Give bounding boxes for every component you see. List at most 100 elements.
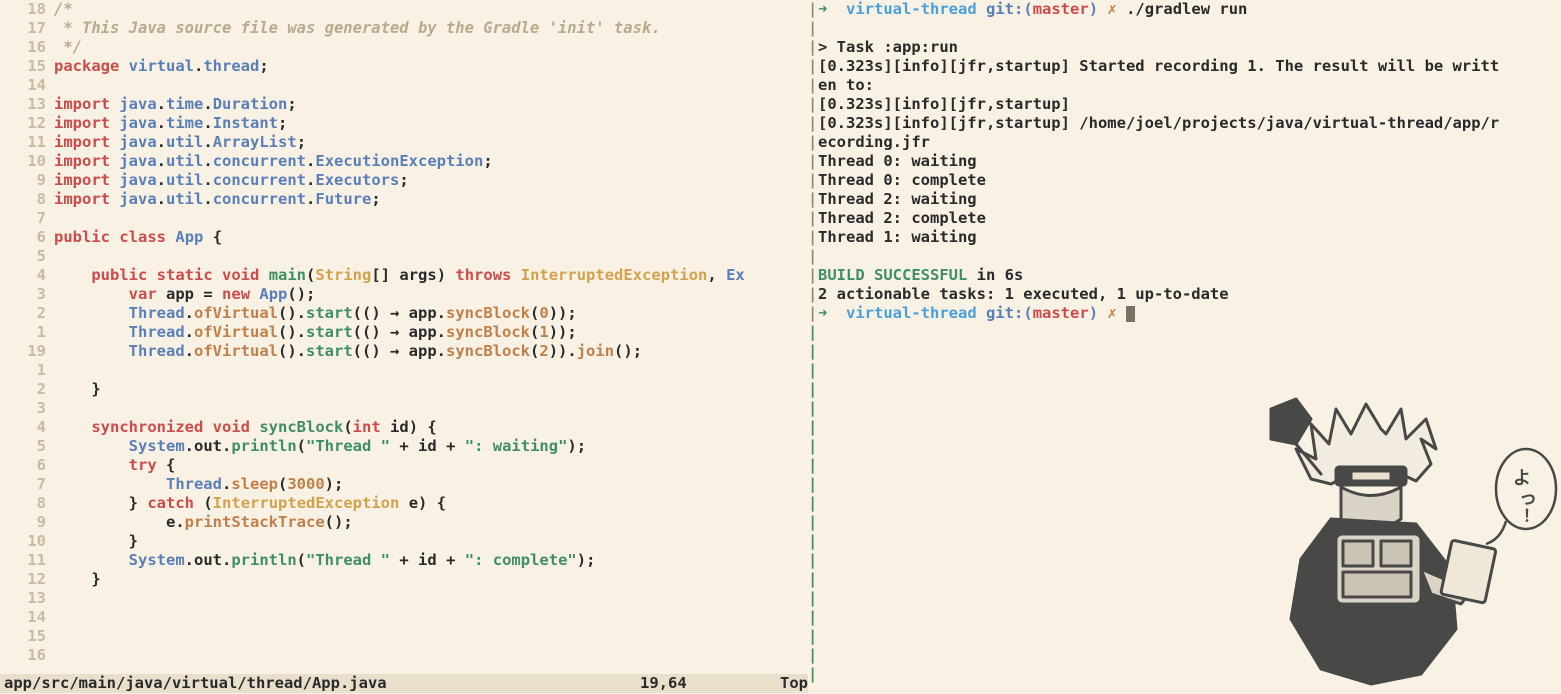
terminal-pane[interactable]: |➜ virtual-thread git:(master) ✗ ./gradl…	[808, 0, 1561, 693]
line-number: 16	[0, 646, 54, 665]
pane-divider: |	[808, 152, 818, 171]
code-line[interactable]: 8 } catch (InterruptedException e) {	[0, 494, 808, 513]
line-number: 1	[0, 361, 54, 380]
line-number: 15	[0, 627, 54, 646]
code-line[interactable]: 1 Thread.ofVirtual().start(() → app.sync…	[0, 323, 808, 342]
code-line[interactable]: 13import java.time.Duration;	[0, 95, 808, 114]
code-content: /*	[54, 0, 808, 19]
code-line[interactable]: 2 }	[0, 380, 808, 399]
code-line[interactable]: 11 System.out.println("Thread " + id + "…	[0, 551, 808, 570]
line-number: 1	[0, 323, 54, 342]
code-line[interactable]: 2 Thread.ofVirtual().start(() → app.sync…	[0, 304, 808, 323]
terminal-line: |	[808, 19, 1561, 38]
pane-divider: |	[808, 532, 818, 551]
code-line[interactable]: 16	[0, 646, 808, 665]
code-line[interactable]: 3 var app = new App();	[0, 285, 808, 304]
code-line[interactable]: 7	[0, 209, 808, 228]
code-line[interactable]: 4 synchronized void syncBlock(int id) {	[0, 418, 808, 437]
code-line[interactable]: 3	[0, 399, 808, 418]
code-line[interactable]: 6public class App {	[0, 228, 808, 247]
code-content	[54, 608, 808, 627]
terminal-line: |Thread 1: waiting	[808, 228, 1561, 247]
line-number: 8	[0, 190, 54, 209]
line-number: 7	[0, 209, 54, 228]
pane-divider: |	[808, 494, 818, 513]
pane-divider: |	[808, 114, 818, 133]
code-line[interactable]: 9import java.util.concurrent.Executors;	[0, 171, 808, 190]
code-content	[54, 361, 808, 380]
pane-divider: |	[808, 171, 818, 190]
code-line[interactable]: 11import java.util.ArrayList;	[0, 133, 808, 152]
code-line[interactable]: 5 System.out.println("Thread " + id + ":…	[0, 437, 808, 456]
pane-divider: |	[808, 342, 818, 361]
terminal-line: |	[808, 247, 1561, 266]
code-line[interactable]: 12import java.time.Instant;	[0, 114, 808, 133]
terminal-line: |> Task :app:run	[808, 38, 1561, 57]
code-line[interactable]: 4 public static void main(String[] args)…	[0, 266, 808, 285]
code-line[interactable]: 15	[0, 627, 808, 646]
pane-divider: |	[808, 285, 818, 304]
terminal-line: |➜ virtual-thread git:(master) ✗ ./gradl…	[808, 0, 1561, 19]
decorative-image: よ っ ！	[1201, 389, 1561, 689]
code-line[interactable]: 6 try {	[0, 456, 808, 475]
line-number: 7	[0, 475, 54, 494]
pane-divider: |	[808, 190, 818, 209]
code-content: import java.util.ArrayList;	[54, 133, 808, 152]
code-line[interactable]: 13	[0, 589, 808, 608]
code-content: Thread.ofVirtual().start(() → app.syncBl…	[54, 342, 808, 361]
line-number: 5	[0, 247, 54, 266]
line-number: 12	[0, 114, 54, 133]
code-line[interactable]: 16 */	[0, 38, 808, 57]
code-content	[54, 76, 808, 95]
pane-divider: |	[808, 95, 818, 114]
code-line[interactable]: 9 e.printStackTrace();	[0, 513, 808, 532]
code-content: } catch (InterruptedException e) {	[54, 494, 808, 513]
line-number: 8	[0, 494, 54, 513]
code-line[interactable]: 8import java.util.concurrent.Future;	[0, 190, 808, 209]
code-line[interactable]: 19 Thread.ofVirtual().start(() → app.syn…	[0, 342, 808, 361]
line-number: 5	[0, 437, 54, 456]
svg-text:！: ！	[1523, 508, 1539, 525]
code-line[interactable]: 7 Thread.sleep(3000);	[0, 475, 808, 494]
code-line[interactable]: 12 }	[0, 570, 808, 589]
status-pos: 19,64	[640, 674, 687, 693]
code-line[interactable]: 17 * This Java source file was generated…	[0, 19, 808, 38]
line-number: 16	[0, 38, 54, 57]
code-content: import java.util.concurrent.Future;	[54, 190, 808, 209]
status-file: app/src/main/java/virtual/thread/App.jav…	[4, 674, 387, 693]
code-buffer[interactable]: 18/*17 * This Java source file was gener…	[0, 0, 808, 674]
code-line[interactable]: 10import java.util.concurrent.ExecutionE…	[0, 152, 808, 171]
code-content: synchronized void syncBlock(int id) {	[54, 418, 808, 437]
code-line[interactable]: 18/*	[0, 0, 808, 19]
pane-divider: |	[808, 475, 818, 494]
code-content	[54, 646, 808, 665]
terminal-line: |ecording.jfr	[808, 133, 1561, 152]
code-line[interactable]: 5	[0, 247, 808, 266]
code-line[interactable]: 14	[0, 76, 808, 95]
line-number: 14	[0, 608, 54, 627]
terminal-line: |➜ virtual-thread git:(master) ✗	[808, 304, 1561, 323]
line-number: 2	[0, 304, 54, 323]
pane-divider: |	[808, 608, 818, 627]
code-line[interactable]: 14	[0, 608, 808, 627]
code-content: System.out.println("Thread " + id + ": c…	[54, 551, 808, 570]
code-line[interactable]: 15package virtual.thread;	[0, 57, 808, 76]
pane-divider: |	[808, 0, 818, 19]
terminal-line: |2 actionable tasks: 1 executed, 1 up-to…	[808, 285, 1561, 304]
code-content: import java.time.Duration;	[54, 95, 808, 114]
line-number: 13	[0, 589, 54, 608]
code-content: System.out.println("Thread " + id + ": w…	[54, 437, 808, 456]
code-line[interactable]: 10 }	[0, 532, 808, 551]
line-number: 18	[0, 0, 54, 19]
code-content: var app = new App();	[54, 285, 808, 304]
line-number: 9	[0, 171, 54, 190]
editor-pane[interactable]: 18/*17 * This Java source file was gener…	[0, 0, 808, 693]
pane-divider: |	[808, 418, 818, 437]
code-line[interactable]: 1	[0, 361, 808, 380]
svg-text:っ: っ	[1519, 488, 1537, 508]
pane-divider: |	[808, 228, 818, 247]
pane-divider: |	[808, 570, 818, 589]
line-number: 14	[0, 76, 54, 95]
pane-divider: |	[808, 399, 818, 418]
cursor-icon	[1126, 306, 1135, 322]
